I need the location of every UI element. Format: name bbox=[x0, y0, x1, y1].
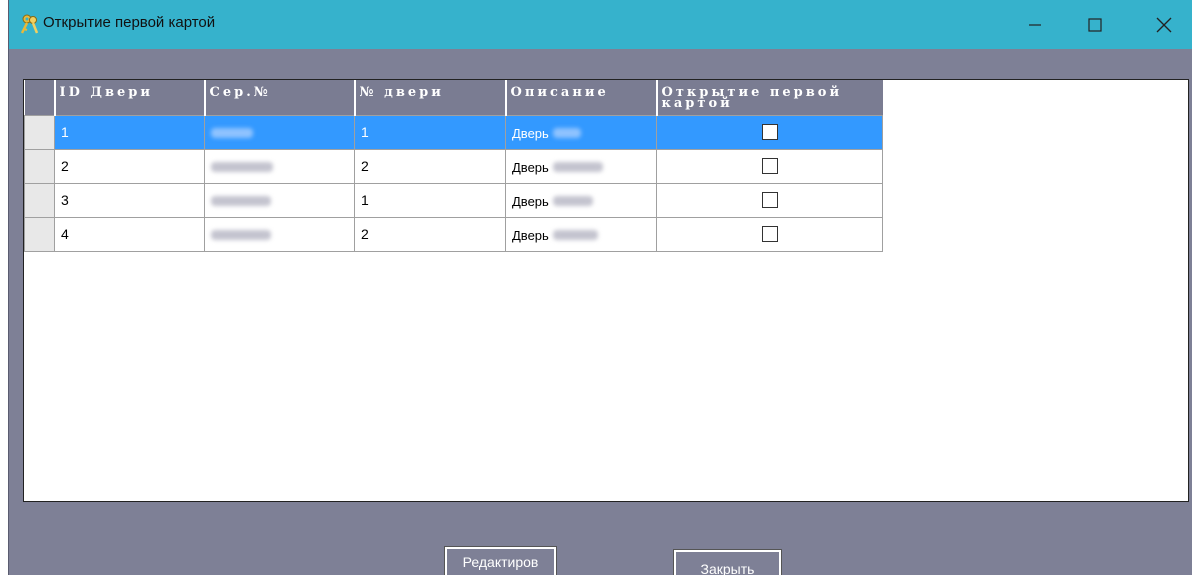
title-bar[interactable]: Открытие первой картой bbox=[9, 0, 1192, 49]
cell-first-card-open[interactable] bbox=[656, 148, 883, 184]
cell-door-no[interactable]: 2 bbox=[354, 216, 506, 252]
table-row[interactable]: 3 1 Дверь bbox=[24, 182, 883, 218]
cell-serial[interactable] bbox=[204, 216, 355, 252]
cell-id[interactable]: 4 bbox=[54, 216, 205, 252]
redacted-serial bbox=[211, 196, 271, 207]
redacted-description bbox=[552, 229, 598, 240]
cell-description[interactable]: Дверь bbox=[505, 114, 657, 150]
table-row[interactable]: 1 1 Дверь bbox=[24, 114, 883, 150]
main-window: Открытие первой картой ID Двери Сер.№ № … bbox=[8, 0, 1192, 575]
row-header-corner[interactable] bbox=[24, 80, 55, 115]
cell-door-no[interactable]: 2 bbox=[354, 148, 506, 184]
description-text: Дверь bbox=[512, 125, 549, 141]
cell-serial[interactable] bbox=[204, 182, 355, 218]
maximize-button[interactable] bbox=[1072, 0, 1118, 49]
redacted-serial bbox=[211, 128, 253, 139]
row-header[interactable] bbox=[24, 216, 55, 252]
cell-id[interactable]: 2 bbox=[54, 148, 205, 184]
cell-first-card-open[interactable] bbox=[656, 182, 883, 218]
redacted-description bbox=[552, 127, 581, 138]
cell-serial[interactable] bbox=[204, 148, 355, 184]
close-icon bbox=[1156, 17, 1172, 32]
description-text: Дверь bbox=[512, 193, 549, 209]
cell-description[interactable]: Дверь bbox=[505, 216, 657, 252]
cell-first-card-open[interactable] bbox=[656, 114, 883, 150]
minimize-icon bbox=[1029, 23, 1041, 26]
close-button[interactable]: Закрыть bbox=[673, 549, 782, 575]
cell-id[interactable]: 3 bbox=[54, 182, 205, 218]
first-card-open-checkbox[interactable] bbox=[761, 158, 778, 174]
table-row[interactable]: 4 2 Дверь bbox=[24, 216, 883, 252]
doors-grid-panel[interactable]: ID Двери Сер.№ № двери Описание Открытие… bbox=[23, 79, 1189, 502]
cell-description[interactable]: Дверь bbox=[505, 148, 657, 184]
column-header-first-card-open[interactable]: Открытие первой картой bbox=[655, 80, 883, 115]
first-card-open-checkbox[interactable] bbox=[761, 192, 778, 208]
cell-door-no[interactable]: 1 bbox=[354, 114, 506, 150]
row-header[interactable] bbox=[24, 114, 55, 150]
cell-description[interactable]: Дверь bbox=[505, 182, 657, 218]
close-window-button[interactable] bbox=[1141, 0, 1187, 49]
cell-door-no[interactable]: 1 bbox=[354, 182, 506, 218]
row-header[interactable] bbox=[24, 182, 55, 218]
table-row[interactable]: 2 2 Дверь bbox=[24, 148, 883, 184]
description-text: Дверь bbox=[512, 227, 549, 243]
redacted-serial bbox=[211, 162, 273, 173]
column-header-door-no[interactable]: № двери bbox=[353, 80, 506, 115]
first-card-open-checkbox[interactable] bbox=[761, 226, 778, 242]
keys-icon bbox=[20, 14, 39, 34]
minimize-button[interactable] bbox=[1012, 0, 1058, 49]
redacted-description bbox=[552, 195, 593, 206]
doors-grid[interactable]: ID Двери Сер.№ № двери Описание Открытие… bbox=[24, 80, 883, 252]
cell-serial[interactable] bbox=[204, 114, 355, 150]
redacted-description bbox=[552, 161, 603, 172]
column-header-description[interactable]: Описание bbox=[504, 80, 657, 115]
column-header-serial[interactable]: Сер.№ bbox=[203, 80, 355, 115]
cell-id[interactable]: 1 bbox=[54, 114, 205, 150]
window-title: Открытие первой картой bbox=[43, 14, 216, 31]
cell-first-card-open[interactable] bbox=[656, 216, 883, 252]
description-text: Дверь bbox=[512, 159, 549, 175]
edit-button[interactable]: Редактиров bbox=[444, 546, 557, 575]
row-header[interactable] bbox=[24, 148, 55, 184]
column-header-id[interactable]: ID Двери bbox=[53, 80, 205, 115]
redacted-serial bbox=[211, 230, 271, 241]
grid-header-row: ID Двери Сер.№ № двери Описание Открытие… bbox=[24, 80, 883, 115]
first-card-open-checkbox[interactable] bbox=[761, 124, 778, 140]
maximize-icon bbox=[1088, 17, 1102, 32]
